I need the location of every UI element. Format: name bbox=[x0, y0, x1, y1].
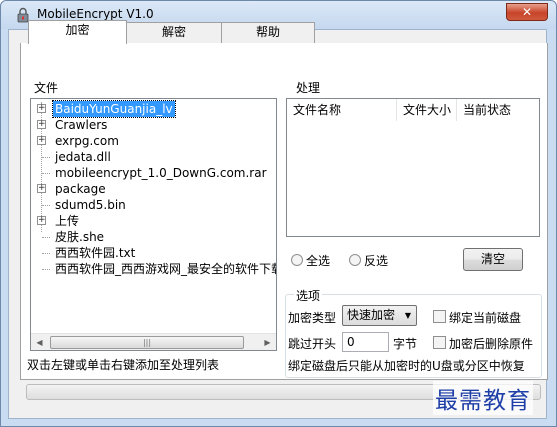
select-all-label[interactable]: 全选 bbox=[306, 252, 330, 269]
tab-help[interactable]: 帮助 bbox=[221, 22, 315, 43]
encrypt-type-value: 快速加密 bbox=[347, 308, 396, 322]
close-icon: ✕ bbox=[521, 5, 533, 19]
delete-after-label[interactable]: 加密后删除原件 bbox=[449, 335, 533, 352]
skip-header-label: 跳过开头 bbox=[288, 337, 337, 351]
invert-select-label[interactable]: 反选 bbox=[364, 252, 388, 269]
files-panel-title: 文件 bbox=[34, 81, 59, 95]
column-header-size[interactable]: 文件大小 bbox=[397, 99, 457, 121]
bind-disk-note: 绑定磁盘后只能从加密时的U盘或分区中恢复 bbox=[288, 359, 525, 373]
horizontal-scrollbar[interactable]: ◀ ||| ▶ bbox=[31, 333, 276, 350]
column-header-name[interactable]: 文件名称 bbox=[287, 99, 397, 121]
tab-decrypt[interactable]: 解密 bbox=[126, 22, 222, 43]
tree-branch-line bbox=[42, 157, 50, 158]
skip-header-unit: 字节 bbox=[393, 337, 418, 351]
file-tree[interactable]: + BaiduYunGuanjia_lv + Crawlers + exrpg.… bbox=[30, 98, 277, 351]
scroll-left-icon[interactable]: ◀ bbox=[31, 334, 48, 350]
tree-branch-line bbox=[42, 205, 50, 206]
scroll-thumb[interactable]: ||| bbox=[50, 336, 244, 349]
bind-disk-label[interactable]: 绑定当前磁盘 bbox=[449, 309, 521, 326]
tree-item-label: 西西软件园.txt bbox=[55, 246, 136, 260]
file-tree-rows: + BaiduYunGuanjia_lv + Crawlers + exrpg.… bbox=[31, 99, 276, 332]
chevron-down-icon: ▼ bbox=[404, 311, 411, 320]
invert-select-radio[interactable] bbox=[349, 254, 361, 266]
tree-branch-line bbox=[42, 269, 50, 270]
scroll-right-icon[interactable]: ▶ bbox=[259, 334, 276, 350]
expand-plus-icon[interactable]: + bbox=[37, 104, 46, 113]
tree-item-label: jedata.dll bbox=[55, 150, 111, 164]
tab-encrypt[interactable]: 加密 bbox=[28, 20, 127, 44]
files-hint: 双击左键或单击右键添加至处理列表 bbox=[27, 358, 220, 372]
tree-item-label: 上传 bbox=[55, 214, 80, 228]
expand-plus-icon[interactable]: + bbox=[37, 120, 46, 129]
expand-plus-icon[interactable]: + bbox=[37, 216, 46, 225]
process-panel-title: 处理 bbox=[296, 81, 321, 95]
tree-branch-line bbox=[42, 173, 50, 174]
tree-item-label: package bbox=[55, 182, 106, 196]
expand-plus-icon[interactable]: + bbox=[37, 136, 46, 145]
bind-disk-checkbox[interactable] bbox=[433, 310, 446, 323]
tree-item-label: 西西软件园_西西游戏网_最安全的软件下载 bbox=[55, 262, 276, 276]
encrypt-type-label: 加密类型 bbox=[288, 311, 337, 325]
tree-branch-line bbox=[42, 253, 50, 254]
options-title: 选项 bbox=[294, 287, 323, 304]
tree-item-label: 皮肤.she bbox=[55, 230, 105, 244]
select-all-radio[interactable] bbox=[291, 254, 303, 266]
tree-item-label: mobileencrypt_1.0_DownG.com.rar bbox=[55, 166, 267, 180]
encrypt-type-select[interactable]: 快速加密 ▼ bbox=[342, 305, 417, 326]
tree-item-label: sdumd5.bin bbox=[55, 198, 126, 212]
tree-item-label: Crawlers bbox=[55, 118, 108, 132]
tree-branch-line bbox=[42, 237, 50, 238]
column-header-status[interactable]: 当前状态 bbox=[457, 99, 539, 121]
process-list[interactable]: 文件名称 文件大小 当前状态 bbox=[286, 98, 540, 237]
tree-item-label: BaiduYunGuanjia_lv bbox=[52, 100, 176, 118]
skip-header-input[interactable]: 0 bbox=[342, 332, 389, 352]
watermark-text: 最需教育 bbox=[433, 381, 533, 415]
window-title: MobileEncrypt V1.0 bbox=[37, 7, 154, 21]
delete-after-checkbox[interactable] bbox=[433, 336, 446, 349]
tree-item-label: exrpg.com bbox=[55, 134, 119, 148]
clear-button[interactable]: 清空 bbox=[463, 248, 523, 271]
expand-plus-icon[interactable]: + bbox=[37, 184, 46, 193]
close-button[interactable]: ✕ bbox=[506, 3, 548, 21]
